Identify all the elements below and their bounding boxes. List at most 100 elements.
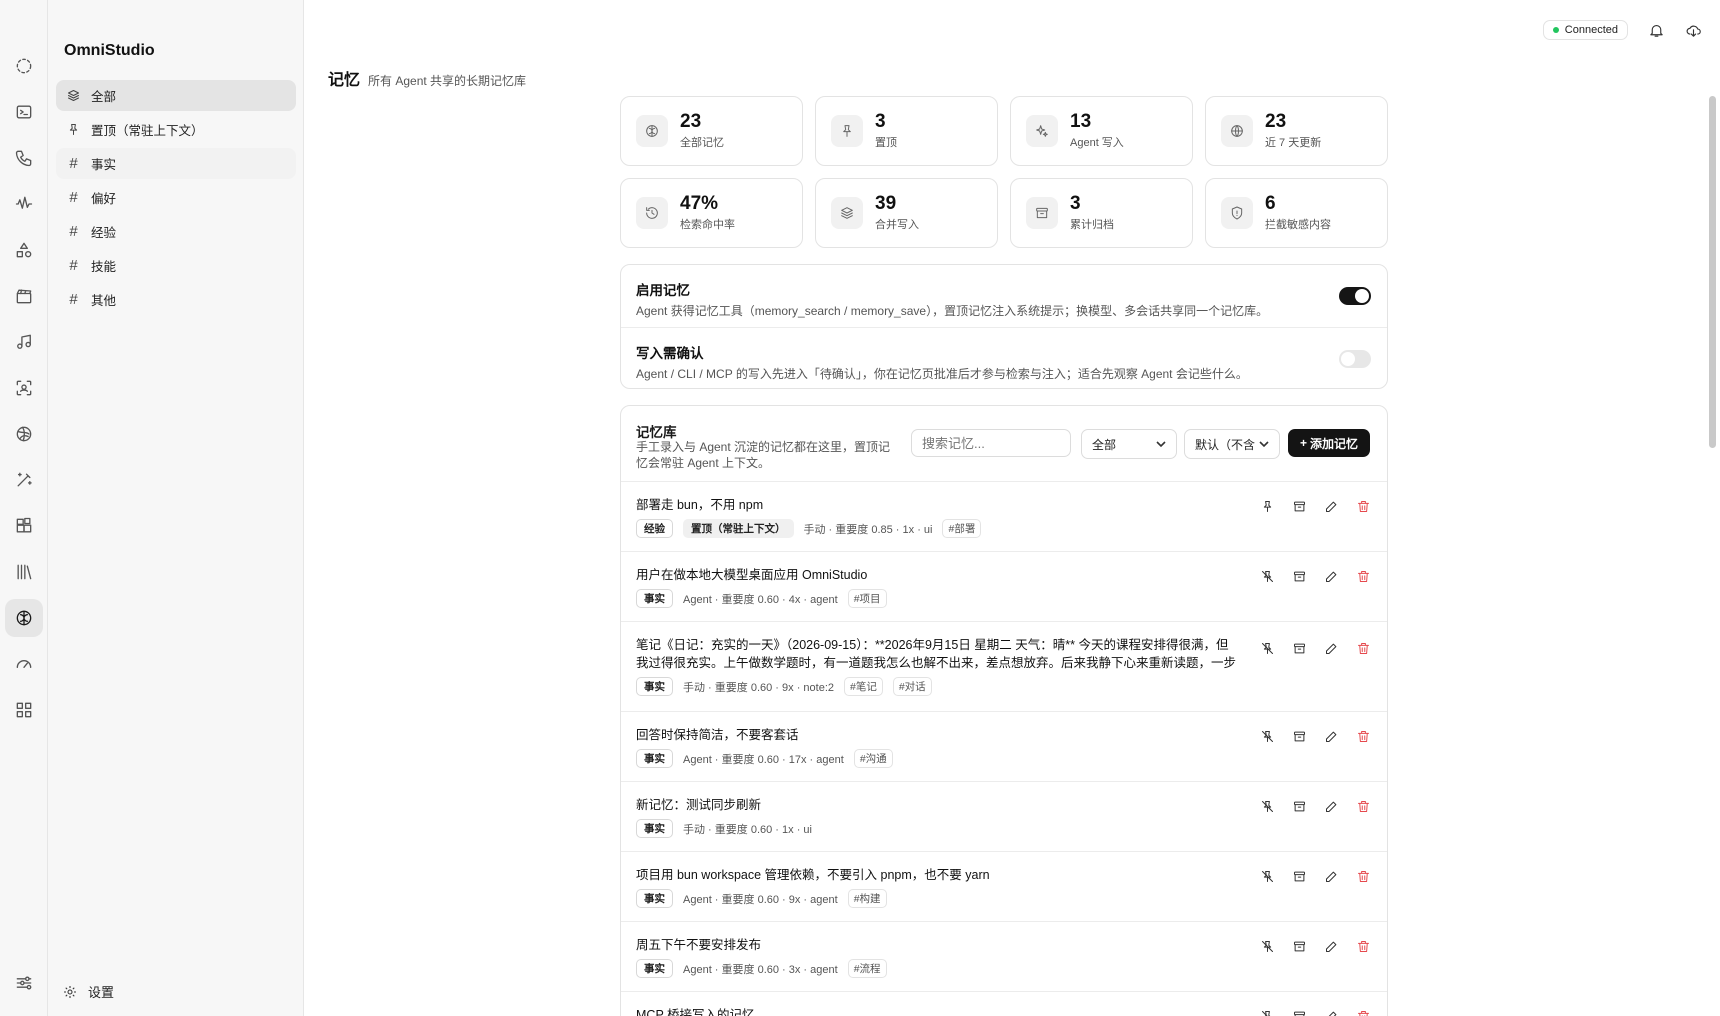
unpin-icon[interactable]	[1260, 1009, 1275, 1016]
edit-icon[interactable]	[1324, 939, 1339, 954]
trash-icon[interactable]	[1356, 499, 1371, 514]
edit-icon[interactable]	[1324, 729, 1339, 744]
unpin-icon[interactable]	[1260, 641, 1275, 656]
edit-icon[interactable]	[1324, 799, 1339, 814]
archive-icon[interactable]	[1292, 569, 1307, 584]
sidebar-item-pinned[interactable]: 置顶（常驻上下文）	[56, 114, 296, 145]
rail-gauge-icon[interactable]	[5, 645, 43, 683]
trash-icon[interactable]	[1356, 641, 1371, 656]
shield-icon	[1231, 206, 1243, 220]
stat-card-merged: 39 合并写入	[815, 178, 998, 248]
rail-terminal-icon[interactable]	[5, 93, 43, 131]
stat-label: 拦截敏感内容	[1265, 219, 1331, 232]
edit-icon[interactable]	[1324, 1009, 1339, 1016]
trash-icon[interactable]	[1356, 799, 1371, 814]
status-dot-icon	[1552, 27, 1559, 33]
hash-icon: #	[69, 155, 78, 172]
category-tag: 事实	[636, 959, 673, 978]
archive-icon[interactable]	[1292, 499, 1307, 514]
archive-icon[interactable]	[1292, 641, 1307, 656]
sidebar-item-facts[interactable]: # 事实	[56, 148, 296, 179]
archive-icon[interactable]	[1292, 799, 1307, 814]
rail-grid-icon[interactable]	[5, 691, 43, 729]
rail-sliders-icon[interactable]	[5, 964, 43, 1002]
unpin-icon[interactable]	[1260, 939, 1275, 954]
stat-card-pinned: 3 置顶	[815, 96, 998, 166]
rail-clapper-icon[interactable]	[5, 277, 43, 315]
rail-brain-icon[interactable]	[5, 599, 43, 637]
category-filter-select[interactable]: 全部	[1081, 429, 1177, 459]
library-title: 记忆库	[636, 425, 677, 440]
rail-magic-wand-icon[interactable]	[5, 461, 43, 499]
write-confirm-toggle[interactable]	[1339, 350, 1371, 368]
stat-card-total: 23 全部记忆	[620, 96, 803, 166]
rail-loading-icon[interactable]	[5, 47, 43, 85]
archive-icon[interactable]	[1292, 939, 1307, 954]
edit-icon[interactable]	[1324, 499, 1339, 514]
memory-source-meta: Agent · 重要度 0.60 · 4x · agent	[683, 593, 838, 606]
stat-value: 13	[1070, 110, 1092, 132]
add-memory-button[interactable]: + 添加记忆	[1288, 429, 1370, 457]
rail-scan-icon[interactable]	[5, 369, 43, 407]
unpin-icon[interactable]	[1260, 869, 1275, 884]
pin-icon[interactable]	[1260, 499, 1275, 514]
search-input[interactable]	[911, 429, 1071, 457]
sidebar-item-experience[interactable]: # 经验	[56, 216, 296, 247]
edit-icon[interactable]	[1324, 641, 1339, 656]
rail-phone-icon[interactable]	[5, 139, 43, 177]
sidebar-item-label: 技能	[91, 260, 117, 274]
unpin-icon[interactable]	[1260, 569, 1275, 584]
archive-icon[interactable]	[1292, 869, 1307, 884]
cloud-download-icon[interactable]	[1685, 22, 1702, 39]
sidebar-item-other[interactable]: # 其他	[56, 284, 296, 315]
scrollbar[interactable]	[1709, 96, 1716, 448]
rail-library-icon[interactable]	[5, 553, 43, 591]
plus-icon: +	[1299, 436, 1307, 450]
stat-card-hit-rate: 47% 检索命中率	[620, 178, 803, 248]
memory-source-meta: Agent · 重要度 0.60 · 9x · agent	[683, 893, 838, 906]
top-bar-actions: Connected	[1542, 20, 1702, 40]
edit-icon[interactable]	[1324, 869, 1339, 884]
bell-icon[interactable]	[1648, 22, 1665, 39]
category-tag: 事实	[636, 589, 673, 608]
sidebar-item-skills[interactable]: # 技能	[56, 250, 296, 281]
rail-shapes-icon[interactable]	[5, 231, 43, 269]
rail-music-icon[interactable]	[5, 323, 43, 361]
stat-card-recent-updates: 23 近 7 天更新	[1205, 96, 1388, 166]
layers-icon	[68, 90, 79, 101]
memory-text: 部署走 bun，不用 npm	[636, 498, 764, 512]
trash-icon[interactable]	[1356, 1009, 1371, 1016]
sidebar-item-all[interactable]: 全部	[56, 80, 296, 111]
write-confirm-title: 写入需确认	[636, 346, 704, 361]
enable-memory-toggle[interactable]	[1339, 287, 1371, 305]
pin-icon	[69, 124, 78, 135]
unpin-icon[interactable]	[1260, 729, 1275, 744]
sort-select[interactable]: 默认（不含	[1184, 429, 1280, 459]
memory-row: 笔记《日记：充实的一天》（2026-09-15）：**2026年9月15日 星期…	[621, 622, 1387, 712]
unpin-icon[interactable]	[1260, 799, 1275, 814]
stat-card-agent-writes: 13 Agent 写入	[1010, 96, 1193, 166]
archive-icon[interactable]	[1292, 729, 1307, 744]
archive-icon[interactable]	[1292, 1009, 1307, 1016]
globe-icon	[1231, 125, 1243, 137]
category-filter-value: 全部	[1092, 437, 1117, 452]
trash-icon[interactable]	[1356, 569, 1371, 584]
page-header: 记忆 所有 Agent 共享的长期记忆库	[328, 66, 526, 90]
memory-meta: 事实 手动 · 重要度 0.60 · 1x · ui	[636, 819, 812, 838]
settings-button[interactable]: 设置	[62, 982, 114, 1001]
stat-card-archived: 3 累计归档	[1010, 178, 1193, 248]
rail-globe-icon[interactable]	[5, 415, 43, 453]
trash-icon[interactable]	[1356, 869, 1371, 884]
trash-icon[interactable]	[1356, 729, 1371, 744]
rail-waveform-icon[interactable]	[5, 185, 43, 223]
trash-icon[interactable]	[1356, 939, 1371, 954]
hash-icon: #	[69, 189, 78, 206]
history-icon	[646, 207, 658, 219]
archive-icon	[1036, 207, 1048, 219]
sidebar-item-label: 置顶（常驻上下文）	[91, 124, 204, 138]
hashtag-badge: #沟通	[853, 749, 893, 768]
edit-icon[interactable]	[1324, 569, 1339, 584]
brain-icon	[646, 125, 658, 137]
sidebar-item-preferences[interactable]: # 偏好	[56, 182, 296, 213]
rail-blocks-icon[interactable]	[5, 507, 43, 545]
